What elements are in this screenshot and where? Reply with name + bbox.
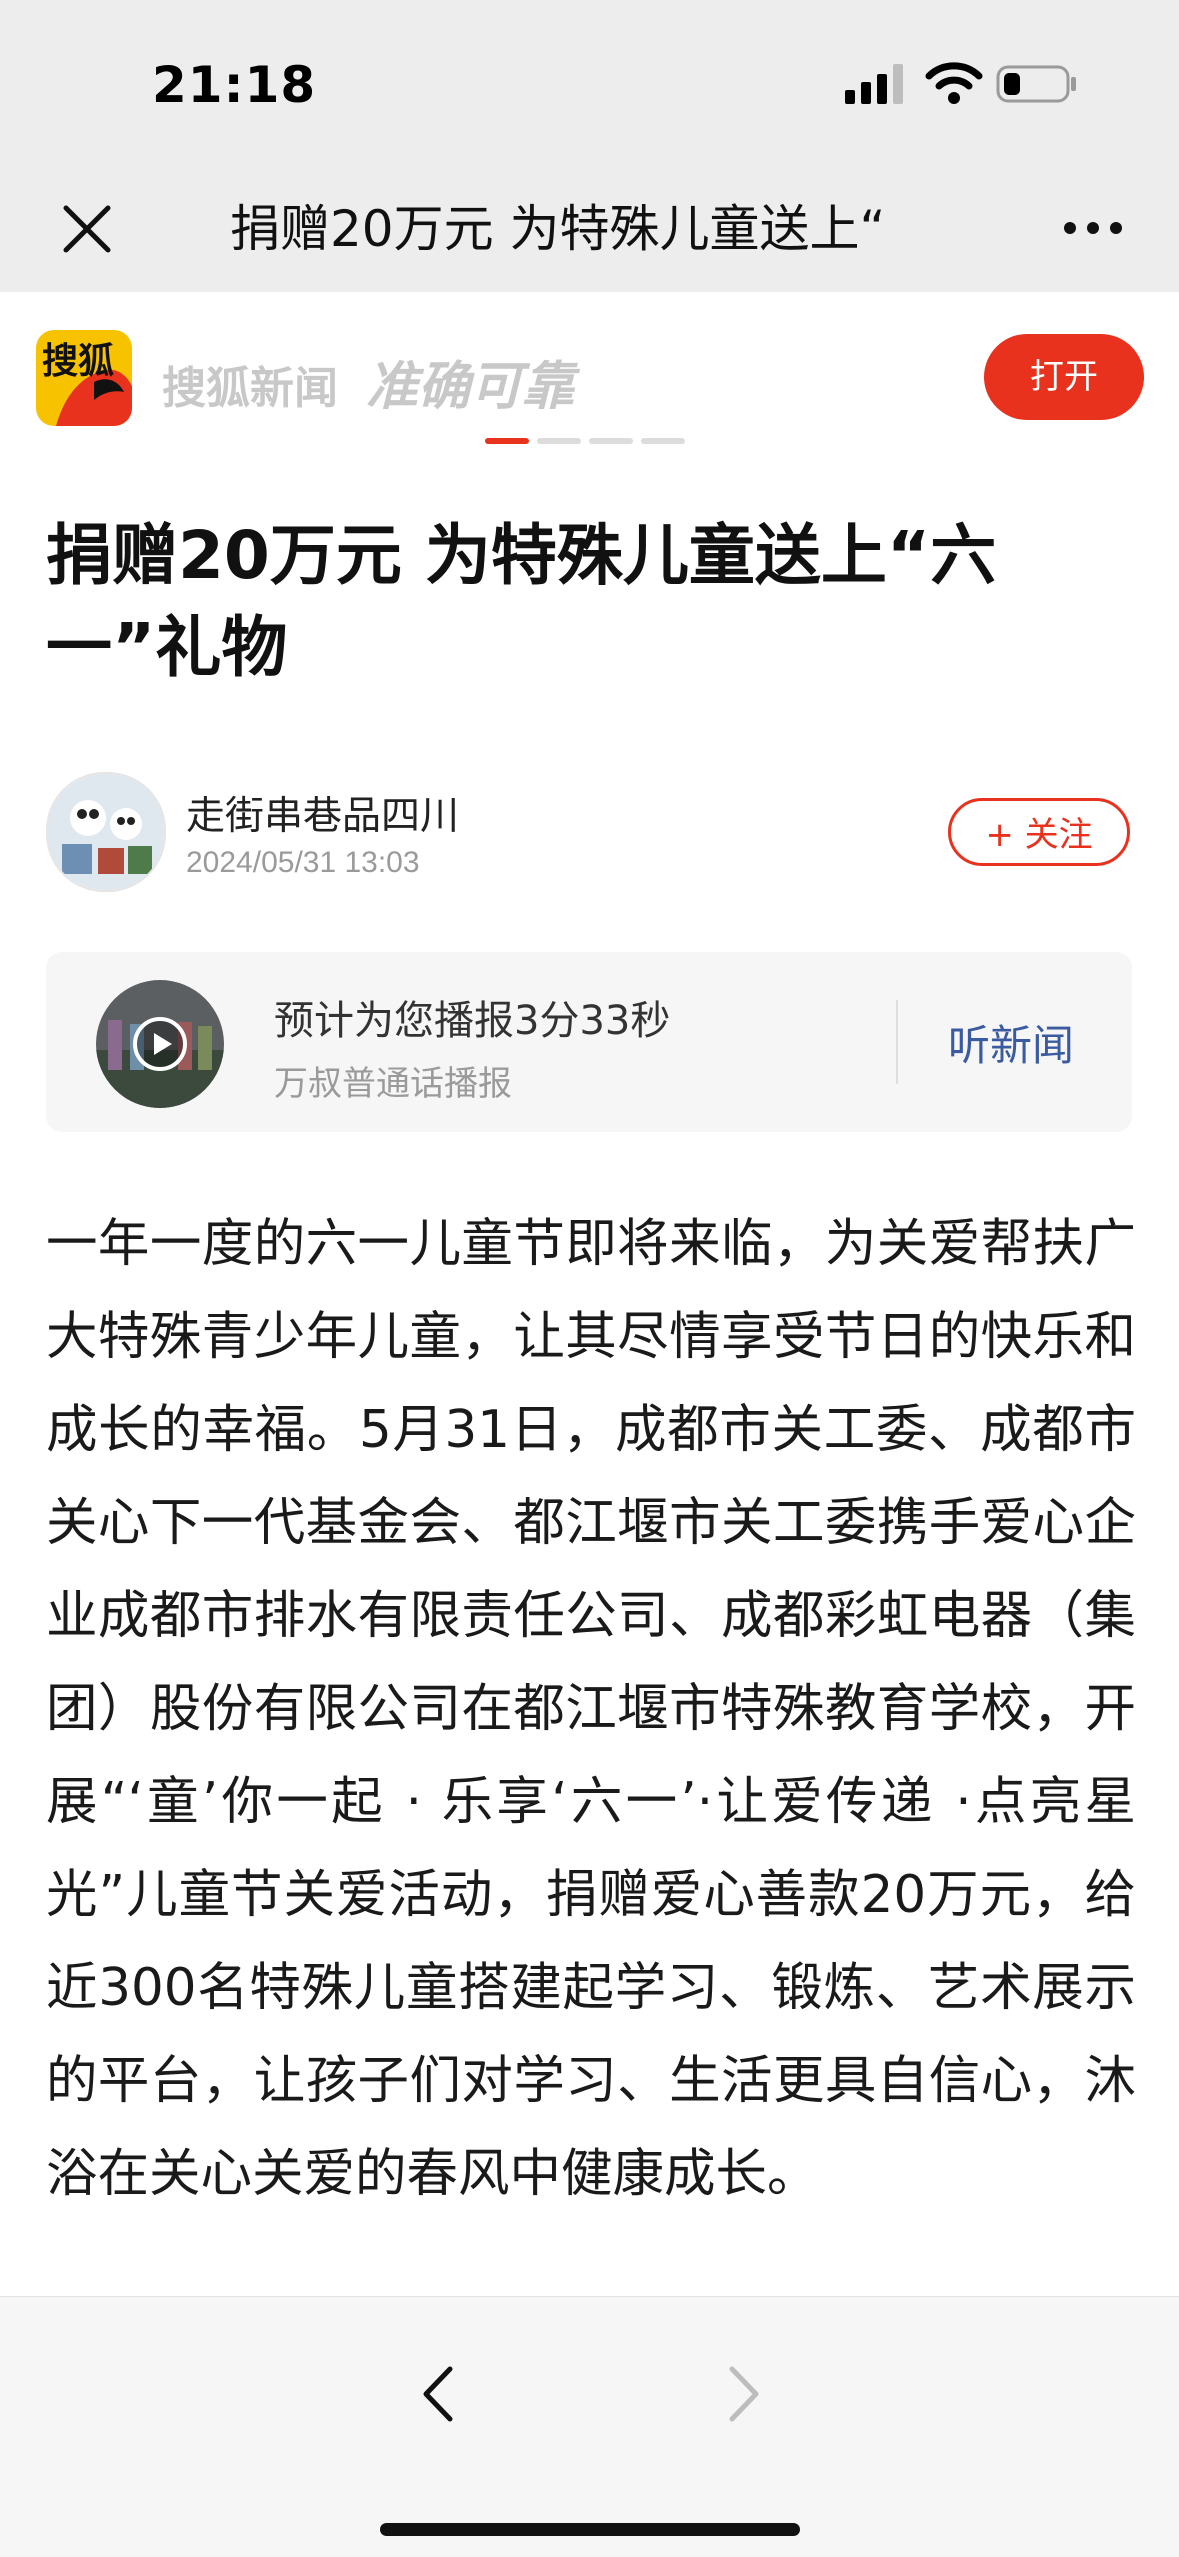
play-icon[interactable] bbox=[132, 1016, 188, 1072]
article-headline: 捐赠20万元 为特殊儿童送上“六一”礼物 bbox=[46, 517, 997, 686]
top-nav: 捐赠20万元 为特殊儿童送上“ bbox=[0, 170, 1179, 292]
open-app-button[interactable]: 打开 bbox=[984, 334, 1144, 420]
banner-brand: 搜狐新闻 bbox=[162, 363, 338, 414]
divider bbox=[896, 1000, 898, 1084]
status-time: 21:18 bbox=[152, 56, 317, 114]
follow-button[interactable]: + 关注 bbox=[948, 798, 1130, 866]
carousel-dot[interactable] bbox=[589, 438, 633, 444]
avatar[interactable] bbox=[46, 772, 166, 892]
nav-title: 捐赠20万元 为特殊儿童送上“ bbox=[230, 200, 886, 258]
article-body: 一年一度的六一儿童节即将来临，为关爱帮扶广大特殊青少年儿童，让其尽情享受节日的快… bbox=[46, 1214, 1136, 2204]
home-indicator[interactable] bbox=[380, 2523, 800, 2536]
audio-voice: 万叔普通话播报 bbox=[274, 1064, 512, 1104]
listen-news-button[interactable]: 听新闻 bbox=[948, 1012, 1074, 1073]
wifi-icon bbox=[925, 62, 983, 104]
audio-player[interactable]: 预计为您播报3分33秒 万叔普通话播报 听新闻 bbox=[46, 952, 1132, 1132]
more-dots-icon[interactable] bbox=[1058, 198, 1128, 258]
author-name[interactable]: 走街串巷品四川 bbox=[186, 785, 459, 841]
carousel-dots bbox=[485, 438, 685, 444]
battery-icon bbox=[996, 65, 1076, 103]
chevron-left-icon[interactable] bbox=[410, 2357, 466, 2431]
carousel-dot[interactable] bbox=[641, 438, 685, 444]
audio-thumbnail[interactable] bbox=[96, 980, 224, 1108]
app-banner: 搜狐 搜狐新闻 准确可靠 打开 bbox=[0, 292, 1179, 467]
sohu-logo: 搜狐 bbox=[36, 330, 132, 426]
carousel-dot[interactable] bbox=[485, 438, 529, 444]
bottom-toolbar bbox=[0, 2296, 1179, 2557]
publish-date: 2024/05/31 13:03 bbox=[186, 846, 420, 879]
audio-duration: 预计为您播报3分33秒 bbox=[274, 998, 671, 1044]
cellular-signal-icon bbox=[845, 64, 903, 104]
banner-motto: 准确可靠 bbox=[366, 357, 575, 417]
chevron-right-icon[interactable] bbox=[716, 2357, 772, 2431]
status-bar: 21:18 bbox=[0, 0, 1179, 170]
close-icon[interactable] bbox=[52, 194, 122, 264]
carousel-dot[interactable] bbox=[537, 438, 581, 444]
